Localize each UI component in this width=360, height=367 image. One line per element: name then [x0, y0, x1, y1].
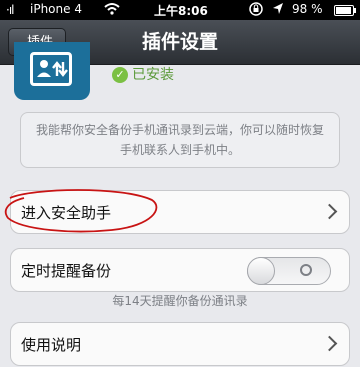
battery-percent: 98 %: [292, 2, 323, 16]
wifi-icon: [104, 2, 120, 19]
backup-hint: 每14天提醒你备份通讯录: [112, 294, 248, 308]
scheduled-backup-cell: 定时提醒备份: [10, 248, 350, 292]
chevron-right-icon: [321, 203, 338, 220]
plugin-description: 我能帮你安全备份手机通讯录到云端，你可以随时恢复手机联系人到手机中。: [20, 112, 340, 168]
chevron-right-icon: [321, 335, 338, 352]
usage-guide-cell[interactable]: 使用说明: [10, 322, 350, 366]
scheduled-backup-label: 定时提醒备份: [21, 262, 112, 280]
status-time: 上午8:06: [154, 4, 208, 18]
contact-card-icon: [30, 52, 72, 86]
signal-strength-icon: ·ıl: [6, 3, 15, 17]
enter-security-assistant-label: 进入安全助手: [21, 204, 112, 222]
contacts-backup-icon: [14, 42, 90, 100]
enter-security-assistant-cell[interactable]: 进入安全助手: [10, 190, 350, 234]
toggle-knob: [247, 257, 275, 285]
scheduled-backup-toggle[interactable]: [247, 257, 331, 285]
status-bar: ·ıl iPhone 4 上午8:06 98 %: [0, 0, 360, 20]
battery-icon: [334, 5, 356, 16]
check-icon: ✓: [112, 67, 128, 83]
rotation-lock-icon: [248, 2, 264, 19]
location-icon: [272, 2, 284, 19]
carrier-label: iPhone 4: [30, 2, 82, 16]
usage-guide-label: 使用说明: [21, 336, 82, 354]
toggle-off-indicator: [300, 264, 312, 276]
installed-status: ✓ 已安装: [112, 64, 174, 84]
installed-label: 已安装: [132, 67, 174, 83]
